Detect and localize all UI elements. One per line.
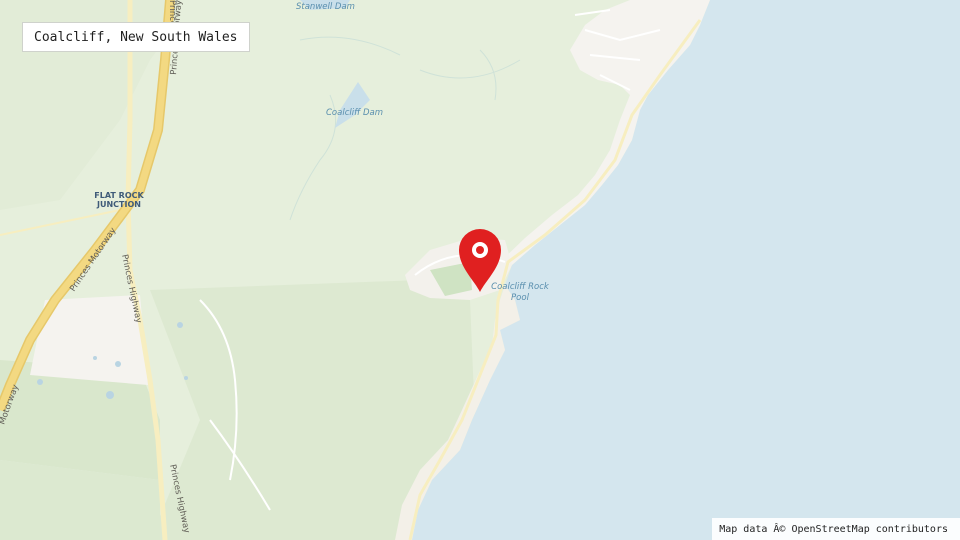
pond	[37, 379, 43, 385]
label-flat-rock-junction-1: FLAT ROCK	[94, 191, 144, 200]
label-flat-rock-junction-2: JUNCTION	[96, 200, 141, 209]
place-name-box: Coalcliff, New South Wales	[22, 22, 250, 52]
pond	[184, 376, 188, 380]
label-rock-pool-1: Coalcliff Rock	[491, 282, 550, 292]
place-name: Coalcliff, New South Wales	[34, 29, 238, 45]
label-rock-pool-2: Pool	[511, 293, 530, 303]
pond	[177, 322, 183, 328]
pond	[106, 391, 114, 399]
pond	[115, 361, 121, 367]
pond	[93, 356, 97, 360]
attribution-text: Map data Â© OpenStreetMap contributors	[719, 523, 948, 535]
label-coalcliff-dam: Coalcliff Dam	[326, 108, 383, 118]
label-stanwell-dam: Stanwell Dam	[296, 2, 355, 12]
map-canvas[interactable]: Stanwell Dam Coalcliff Dam FLAT ROCK JUN…	[0, 0, 960, 540]
map-attribution[interactable]: Map data Â© OpenStreetMap contributors	[712, 518, 960, 540]
